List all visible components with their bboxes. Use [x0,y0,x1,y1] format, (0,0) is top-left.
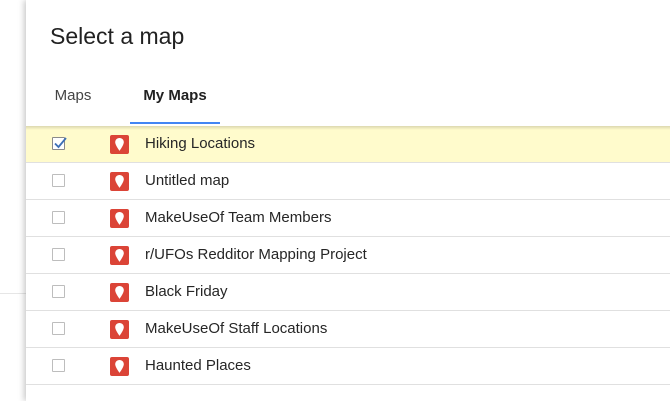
map-name: Untitled map [145,172,230,189]
map-checkbox[interactable] [52,211,65,224]
tab-maps[interactable]: Maps [42,72,104,124]
map-name: MakeUseOf Team Members [145,209,332,226]
map-list-item[interactable]: Untitled map [26,163,670,200]
map-pin-icon [110,357,129,376]
active-tab-indicator [130,122,220,124]
checkmark-icon [54,137,67,149]
map-name: Hiking Locations [145,135,256,152]
map-pin-icon [110,320,129,339]
map-name: MakeUseOf Staff Locations [145,320,328,337]
map-checkbox[interactable] [52,174,65,187]
map-list-item[interactable]: MakeUseOf Team Members [26,200,670,237]
map-pin-icon [110,209,129,228]
background-divider [0,293,26,294]
map-checkbox[interactable] [52,359,65,372]
map-list-item[interactable]: Black Friday [26,274,670,311]
background-page [0,0,26,401]
map-pin-icon [110,172,129,191]
tab-my-maps-label: My Maps [143,87,207,104]
map-name: Haunted Places [145,357,251,374]
select-map-dialog: Select a map Maps My Maps Hiking Locatio… [26,0,670,401]
map-checkbox[interactable] [52,248,65,261]
map-name: r/UFOs Redditor Mapping Project [145,246,367,263]
map-pin-icon [110,135,129,154]
map-checkbox[interactable] [52,322,65,335]
map-list-item[interactable]: r/UFOs Redditor Mapping Project [26,237,670,274]
list-top-shadow [26,126,670,130]
map-pin-icon [110,283,129,302]
tab-my-maps[interactable]: My Maps [130,72,220,124]
map-pin-icon [110,246,129,265]
map-list-item[interactable]: Hiking Locations [26,126,670,163]
map-list-item[interactable]: MakeUseOf Staff Locations [26,311,670,348]
map-list: Hiking Locations Untitled map MakeUseOf … [26,126,670,385]
tab-bar: Maps My Maps [26,72,670,124]
map-list-item[interactable]: Haunted Places [26,348,670,385]
map-checkbox[interactable] [52,285,65,298]
map-name: Black Friday [145,283,228,300]
map-checkbox[interactable] [52,137,67,150]
dialog-title: Select a map [50,23,185,49]
